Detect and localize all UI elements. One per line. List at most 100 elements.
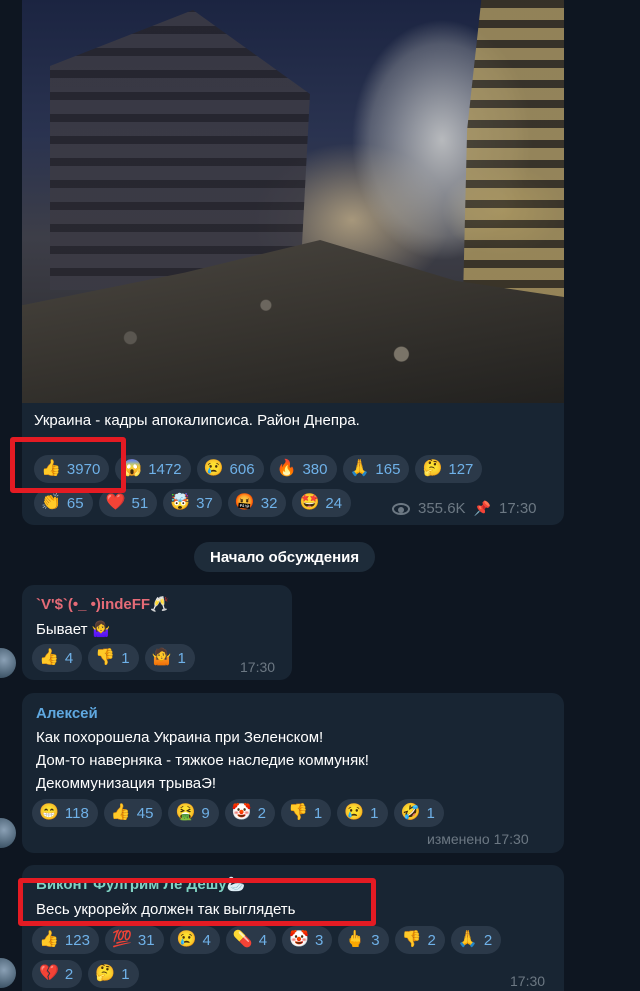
avatar[interactable] [0,818,16,848]
reaction-chip[interactable]: 😱 1472 [115,455,191,483]
reaction-count: 606 [229,460,255,478]
reaction-chip[interactable]: 🙏 165 [342,455,410,483]
comment-author[interactable]: `V'$`(•_ •)indeFF🥂 [36,595,169,613]
post-photo[interactable] [22,0,564,403]
reaction-chip[interactable]: 😢 1 [337,799,388,827]
reaction-chip[interactable]: 👎 1 [88,644,139,672]
post-meta: 355.6K 📌 17:30 [392,500,537,517]
post-caption: Украина - кадры апокалипсиса. Район Днеп… [34,412,360,429]
comment-author[interactable]: Виконт Фулгрим Ле Дешу🦢 [36,875,245,893]
reaction-emoji-icon: 🤯 [170,494,191,511]
reaction-count: 165 [375,460,401,478]
comment-1: `V'$`(•_ •)indeFF🥂 Бывает 🤷‍♀️ 👍 4 👎 1 🤷 1 17… [22,585,292,680]
reaction-chip[interactable]: 👍 4 [32,644,83,672]
reaction-emoji-icon: 👏 [41,494,61,511]
reaction-chip[interactable]: 😁 118 [32,799,98,827]
reaction-count: 1 [426,804,435,822]
reaction-chip[interactable]: 👍 3970 [34,455,110,483]
reaction-chip[interactable]: 🖕 3 [338,926,389,954]
reaction-count: 3 [315,931,324,949]
reaction-emoji-icon: 😱 [122,460,143,477]
reaction-emoji-icon: 🤡 [231,804,252,821]
reaction-count: 123 [64,931,90,949]
reaction-chip[interactable]: 😢 606 [196,455,264,483]
reaction-emoji-icon: 🙏 [457,931,478,948]
reaction-count: 31 [137,931,155,949]
reaction-count: 3 [371,931,380,949]
reaction-emoji-icon: 👍 [39,931,59,948]
reaction-emoji-icon: 🤔 [95,965,116,982]
reaction-count: 32 [260,494,278,512]
reaction-count: 1472 [148,460,182,478]
reaction-chip[interactable]: ❤️ 51 [98,489,158,517]
photo-building-left [50,10,310,290]
reaction-count: 2 [483,931,493,949]
reaction-chip[interactable]: 🙏 2 [450,926,502,954]
comment-text: Бывает 🤷‍♀️ [36,621,111,638]
reaction-count: 118 [64,804,89,822]
comment-reactions: 👍 123 💯 31 😢 4 💊 4 🤡 3 🖕 3 👎 2 🙏 2 💔 2 🤔 1 [32,926,552,988]
reaction-emoji-icon: 💔 [39,965,59,982]
reaction-emoji-icon: 🤷 [151,649,172,666]
views-count: 355.6K [418,500,466,517]
reaction-emoji-icon: ❤️ [105,494,126,511]
reaction-chip[interactable]: 🤔 127 [415,455,483,483]
reaction-count: 1 [177,649,186,667]
reaction-count: 24 [325,494,343,512]
reaction-emoji-icon: 👍 [110,804,131,821]
views-icon [392,502,410,515]
reaction-count: 127 [448,460,474,478]
comment-text-line-3: Декоммунизация трываЭ! [36,775,217,792]
reaction-count: 3970 [66,460,101,478]
reaction-count: 4 [202,931,211,949]
reaction-emoji-icon: 👎 [287,804,308,821]
reaction-chip[interactable]: 🤷 1 [144,644,195,672]
reaction-emoji-icon: 🤡 [289,931,310,948]
reaction-chip[interactable]: 🤡 3 [282,926,333,954]
comment-3: Виконт Фулгрим Ле Дешу🦢 Весь укрорейх до… [22,865,564,991]
reaction-chip[interactable]: 👍 45 [103,799,163,827]
avatar[interactable] [0,648,16,678]
reaction-count: 2 [427,931,436,949]
reaction-count: 380 [302,460,328,478]
reaction-chip[interactable]: 💊 4 [225,926,277,954]
comment-text: Весь укрорейх должен так выглядеть [36,901,296,918]
comment-2: Алексей Как похорошела Украина при Зелен… [22,693,564,853]
channel-post: Украина - кадры апокалипсиса. Район Днеп… [22,0,564,525]
comment-reactions: 👍 4 👎 1 🤷 1 [32,644,195,672]
reaction-emoji-icon: 🤬 [234,494,255,511]
comment-time: 17:30 [510,973,546,989]
reaction-emoji-icon: 💊 [232,931,253,948]
reaction-chip[interactable]: 🤮 9 [168,799,219,827]
reaction-emoji-icon: 👎 [95,649,116,666]
reaction-count: 1 [121,965,130,983]
reaction-emoji-icon: 😢 [203,460,224,477]
reaction-chip[interactable]: 😢 4 [169,926,220,954]
reaction-count: 1 [370,804,379,822]
reaction-chip[interactable]: 🤔 1 [88,960,139,988]
reaction-emoji-icon: 💯 [111,931,132,948]
reaction-count: 2 [257,804,266,822]
reaction-emoji-icon: 🙏 [349,460,370,477]
reaction-chip[interactable]: 🔥 380 [269,455,337,483]
reaction-emoji-icon: 🤔 [422,460,443,477]
reaction-emoji-icon: 🖕 [345,931,366,948]
reaction-emoji-icon: 🤩 [299,494,320,511]
reaction-chip[interactable]: 👎 2 [394,926,445,954]
reaction-chip[interactable]: 🤬 32 [227,489,287,517]
reaction-chip[interactable]: 💯 31 [104,926,164,954]
reaction-chip[interactable]: 🤯 37 [163,489,222,517]
avatar[interactable] [0,958,16,988]
reaction-chip[interactable]: 🤩 24 [292,489,352,517]
comment-time: 17:30 [240,659,276,675]
comment-author[interactable]: Алексей [36,705,98,722]
reaction-chip[interactable]: 🤡 2 [224,799,275,827]
reaction-count: 4 [258,931,268,949]
reaction-count: 9 [201,804,210,822]
reaction-chip[interactable]: 💔 2 [32,960,83,988]
reaction-count: 1 [313,804,323,822]
reaction-chip[interactable]: 👎 1 [280,799,332,827]
reaction-chip[interactable]: 👍 123 [32,926,99,954]
reaction-chip[interactable]: 🤣 1 [393,799,444,827]
reaction-chip[interactable]: 👏 65 [34,489,93,517]
